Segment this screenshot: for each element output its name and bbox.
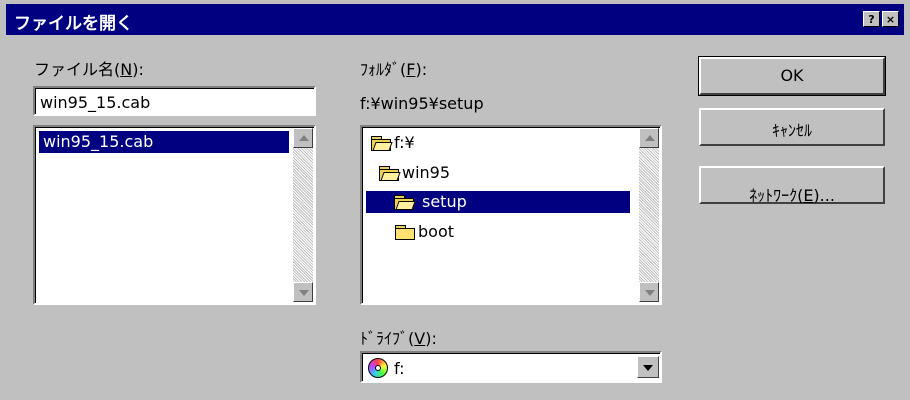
tree-item-boot[interactable]: boot (392, 221, 454, 243)
cd-drive-icon (368, 358, 388, 378)
network-button[interactable]: ﾈｯﾄﾜｰｸ(E)... (699, 166, 885, 205)
folder-label: ﾌｫﾙﾀﾞ(F): (360, 60, 428, 79)
file-list-item[interactable]: win95_15.cab (39, 131, 289, 153)
tree-item-label: boot (418, 222, 455, 241)
scroll-down-button[interactable] (293, 282, 313, 302)
chevron-down-icon (643, 365, 653, 371)
ok-button[interactable]: OK (698, 56, 886, 96)
tree-item-win95[interactable]: win95 (376, 162, 450, 184)
tree-item-label: f:¥ (394, 133, 415, 152)
filename-label: ファイル名(N): (34, 60, 144, 79)
open-file-dialog: ファイルを開く ? × ファイル名(N): win95_15.cab win95… (0, 0, 910, 400)
drive-select-value: f: (394, 359, 405, 378)
ok-button-label: OK (780, 66, 804, 85)
open-folder-icon (371, 136, 393, 151)
tree-item-label: setup (422, 192, 467, 211)
open-folder-icon (394, 195, 416, 210)
help-button[interactable]: ? (863, 11, 880, 27)
current-path: f:¥win95¥setup (360, 94, 484, 113)
arrow-up-icon (299, 135, 309, 141)
file-list[interactable]: win95_15.cab (33, 125, 316, 305)
title-bar[interactable]: ファイルを開く ? × (6, 4, 904, 35)
arrow-up-icon (645, 135, 655, 141)
tree-item-setup[interactable]: setup (366, 191, 630, 213)
window-title: ファイルを開く (14, 14, 133, 34)
drive-label: ﾄﾞﾗｲﾌﾞ(V): (360, 329, 437, 348)
network-button-label: ﾈｯﾄﾜｰｸ(E)... (749, 186, 835, 205)
folder-icon (395, 225, 415, 240)
drive-select[interactable]: f: (360, 351, 662, 383)
file-list-scrollbar[interactable] (293, 128, 313, 302)
tree-item-label: win95 (402, 163, 451, 182)
filename-input[interactable]: win95_15.cab (33, 86, 316, 116)
scroll-up-button[interactable] (639, 128, 659, 148)
cancel-button-label: ｷｬﾝｾﾙ (771, 121, 812, 140)
open-folder-icon (379, 166, 401, 181)
scroll-up-button[interactable] (293, 128, 313, 148)
arrow-down-icon (645, 290, 655, 296)
tree-item-root[interactable]: f:¥ (368, 132, 415, 154)
folder-tree-scrollbar[interactable] (639, 128, 659, 302)
cancel-button[interactable]: ｷｬﾝｾﾙ (699, 108, 885, 146)
folder-tree[interactable]: f:¥ win95 setup boot (360, 125, 662, 305)
drive-dropdown-button[interactable] (637, 356, 659, 378)
close-button[interactable]: × (882, 11, 899, 27)
scroll-down-button[interactable] (639, 282, 659, 302)
arrow-down-icon (299, 290, 309, 296)
filename-input-value: win95_15.cab (40, 93, 151, 112)
